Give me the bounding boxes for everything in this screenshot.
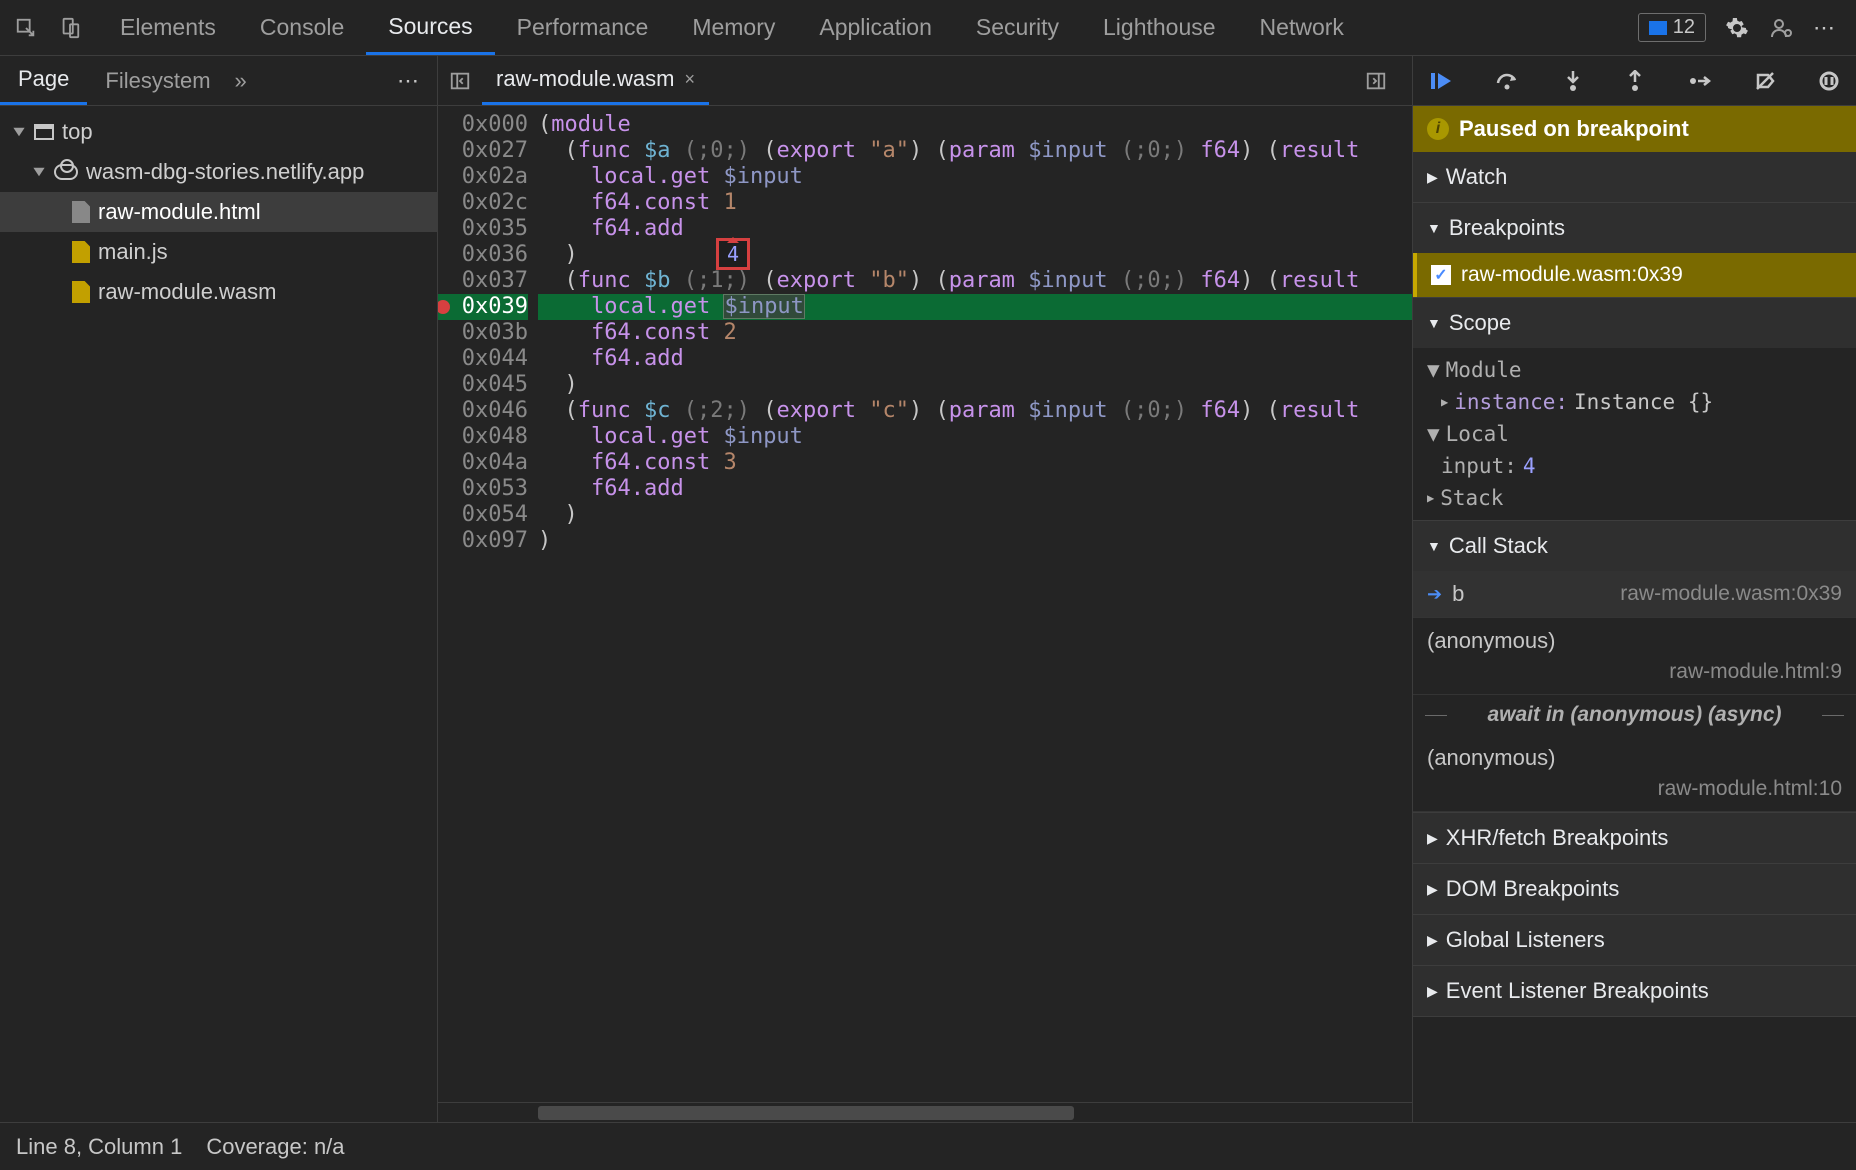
- editor-pane: raw-module.wasm × 0x0000x0270x02a0x02c0x…: [438, 56, 1412, 1122]
- top-tab-lighthouse[interactable]: Lighthouse: [1081, 0, 1238, 55]
- gear-icon[interactable]: [1724, 15, 1750, 41]
- xhr-breakpoints-header[interactable]: ▶XHR/fetch Breakpoints: [1413, 813, 1856, 863]
- code-line[interactable]: ): [538, 372, 1412, 398]
- account-icon[interactable]: [1768, 15, 1794, 41]
- scope-local[interactable]: ▼Local: [1413, 418, 1856, 450]
- tree-file-html[interactable]: raw-module.html: [0, 192, 437, 232]
- breakpoints-header[interactable]: ▼Breakpoints: [1413, 203, 1856, 253]
- code-line[interactable]: ): [538, 502, 1412, 528]
- tree-origin[interactable]: wasm-dbg-stories.netlify.app: [0, 152, 437, 192]
- top-tab-console[interactable]: Console: [238, 0, 366, 55]
- paused-banner: i Paused on breakpoint: [1413, 106, 1856, 152]
- callstack-frame[interactable]: ➔braw-module.wasm:0x39: [1413, 571, 1856, 618]
- top-tab-memory[interactable]: Memory: [670, 0, 797, 55]
- code-line[interactable]: (func $c (;2;) (export "c") (param $inpu…: [538, 398, 1412, 424]
- code-line[interactable]: f64.add: [538, 476, 1412, 502]
- code-line[interactable]: local.get $input: [538, 294, 1412, 320]
- current-frame-icon: ➔: [1427, 584, 1442, 605]
- code-line[interactable]: (func $a (;0;) (export "a") (param $inpu…: [538, 138, 1412, 164]
- issues-badge[interactable]: 12: [1638, 13, 1706, 42]
- top-tab-performance[interactable]: Performance: [495, 0, 671, 55]
- inspect-icon[interactable]: [8, 10, 44, 46]
- watch-header[interactable]: ▶Watch: [1413, 152, 1856, 202]
- coverage-status: Coverage: n/a: [206, 1134, 344, 1160]
- event-listener-breakpoints-header[interactable]: ▶Event Listener Breakpoints: [1413, 966, 1856, 1016]
- top-tab-elements[interactable]: Elements: [98, 0, 238, 55]
- code-line[interactable]: local.get $input: [538, 164, 1412, 190]
- code-line[interactable]: (module: [538, 112, 1412, 138]
- scope-input: input: 4: [1413, 450, 1856, 482]
- resume-icon[interactable]: [1429, 71, 1453, 91]
- async-divider: await in (anonymous) (async): [1413, 695, 1856, 735]
- file-icon: [72, 241, 90, 263]
- code-line[interactable]: f64.const 2: [538, 320, 1412, 346]
- pause-exceptions-icon[interactable]: [1818, 70, 1840, 92]
- toggle-navigator-icon[interactable]: [438, 70, 482, 92]
- step-icon[interactable]: [1688, 72, 1712, 90]
- navigator-pane: Page Filesystem » ⋯ top wasm-dbg-stories…: [0, 56, 438, 1122]
- file-icon: [72, 201, 90, 223]
- tree-file-js[interactable]: main.js: [0, 232, 437, 272]
- close-icon[interactable]: ×: [685, 69, 696, 90]
- code-line[interactable]: ): [538, 242, 1412, 268]
- debugger-pane: i Paused on breakpoint ▶Watch ▼Breakpoin…: [1412, 56, 1856, 1122]
- global-listeners-header[interactable]: ▶Global Listeners: [1413, 915, 1856, 965]
- info-icon: i: [1427, 118, 1449, 140]
- cloud-icon: [54, 164, 78, 180]
- breakpoint-item[interactable]: ✓ raw-module.wasm:0x39: [1413, 253, 1856, 297]
- code-line[interactable]: ): [538, 528, 1412, 554]
- deactivate-breakpoints-icon[interactable]: [1754, 70, 1776, 92]
- checkbox-icon[interactable]: ✓: [1431, 265, 1451, 285]
- callstack-frame[interactable]: (anonymous) raw-module.html:9: [1413, 618, 1856, 695]
- tree-top[interactable]: top: [0, 112, 437, 152]
- callstack-header[interactable]: ▼Call Stack: [1413, 521, 1856, 571]
- navigator-more-icon[interactable]: ⋯: [397, 68, 421, 94]
- top-tab-network[interactable]: Network: [1238, 0, 1366, 55]
- editor-tab[interactable]: raw-module.wasm ×: [482, 56, 709, 105]
- issues-count: 12: [1673, 16, 1695, 39]
- top-tab-sources[interactable]: Sources: [366, 0, 494, 55]
- devtools-topbar: ElementsConsoleSourcesPerformanceMemoryA…: [0, 0, 1856, 56]
- cursor-position: Line 8, Column 1: [16, 1134, 182, 1160]
- navigator-tab-page[interactable]: Page: [0, 56, 87, 105]
- step-into-icon[interactable]: [1563, 70, 1583, 92]
- dom-breakpoints-header[interactable]: ▶DOM Breakpoints: [1413, 864, 1856, 914]
- callstack-frame[interactable]: (anonymous) raw-module.html:10: [1413, 735, 1856, 812]
- code-line[interactable]: f64.add: [538, 346, 1412, 372]
- code-line[interactable]: f64.add: [538, 216, 1412, 242]
- code-line[interactable]: f64.const 3: [538, 450, 1412, 476]
- step-out-icon[interactable]: [1625, 70, 1645, 92]
- scope-header[interactable]: ▼Scope: [1413, 298, 1856, 348]
- more-icon[interactable]: ⋯: [1812, 15, 1838, 41]
- scope-instance[interactable]: ▶instance: Instance {}: [1413, 386, 1856, 418]
- file-icon: [72, 281, 90, 303]
- status-bar: Line 8, Column 1 Coverage: n/a: [0, 1122, 1856, 1170]
- top-tab-application[interactable]: Application: [797, 0, 954, 55]
- step-over-icon[interactable]: [1495, 71, 1521, 91]
- scope-stack[interactable]: ▶Stack: [1413, 482, 1856, 514]
- device-icon[interactable]: [52, 10, 88, 46]
- scope-module[interactable]: ▼Module: [1413, 354, 1856, 386]
- code-line[interactable]: (func $b (;1;) (export "b") (param $inpu…: [538, 268, 1412, 294]
- horizontal-scrollbar[interactable]: [438, 1102, 1412, 1122]
- frame-icon: [34, 124, 54, 140]
- top-tab-security[interactable]: Security: [954, 0, 1081, 55]
- issue-icon: [1649, 21, 1667, 35]
- navigator-tab-filesystem[interactable]: Filesystem: [87, 56, 228, 105]
- code-line[interactable]: f64.const 1: [538, 190, 1412, 216]
- toggle-debugger-icon[interactable]: [1354, 70, 1398, 92]
- value-tooltip: 4: [716, 238, 750, 270]
- code-line[interactable]: local.get $input: [538, 424, 1412, 450]
- navigator-overflow-icon[interactable]: »: [235, 68, 247, 94]
- tree-file-wasm[interactable]: raw-module.wasm: [0, 272, 437, 312]
